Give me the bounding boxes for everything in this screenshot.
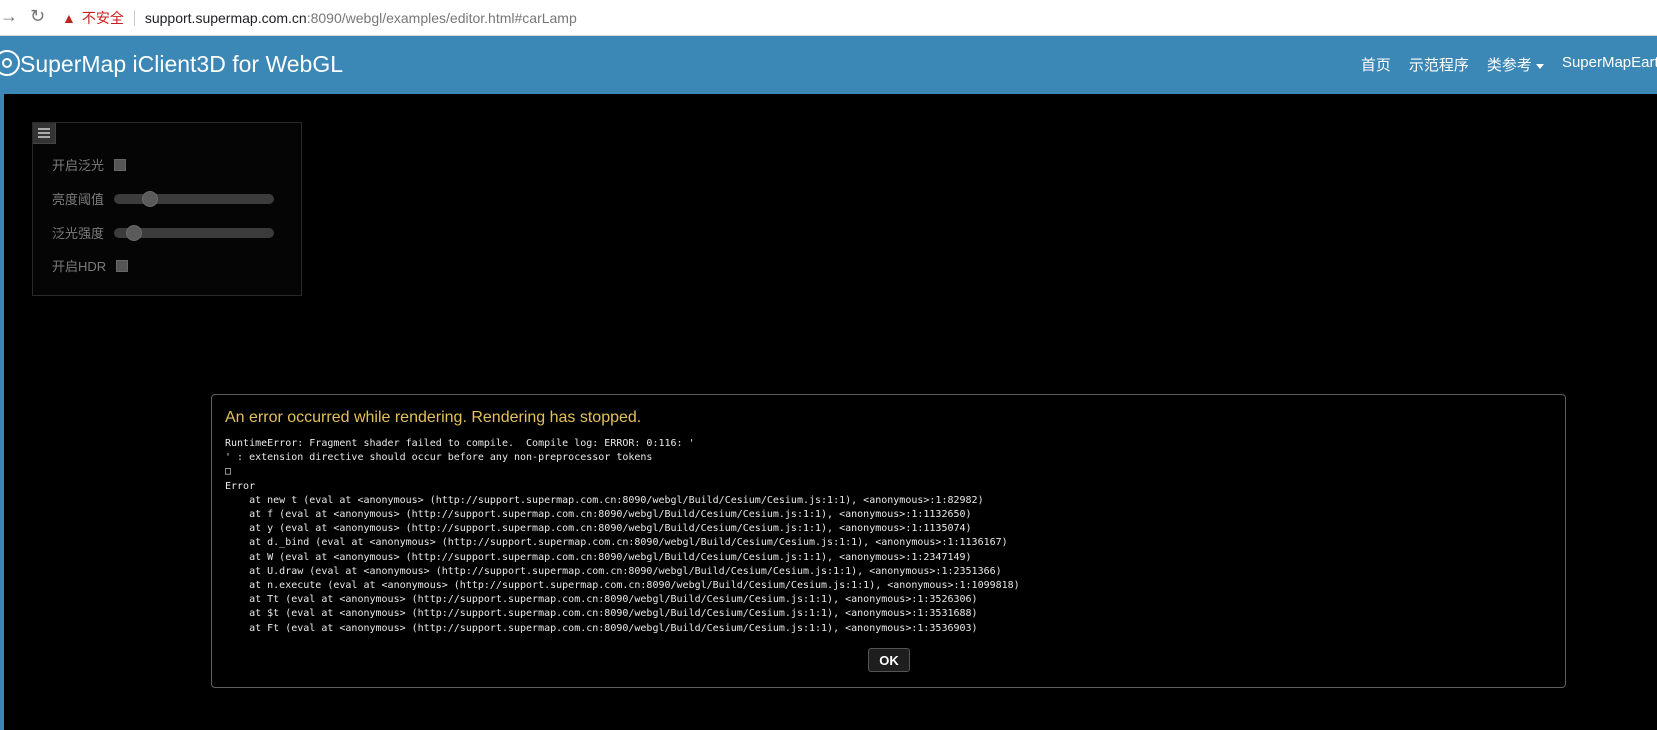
brightness-row: 亮度阈值 (52, 189, 275, 208)
insecure-label: 不安全 (81, 10, 124, 26)
nav-item-home[interactable]: 首页 (1361, 54, 1391, 75)
brightness-label: 亮度阈值 (52, 192, 105, 207)
brightness-slider-thumb[interactable] (142, 190, 159, 207)
bloom-label: 开启泛光 (52, 158, 105, 173)
intensity-label: 泛光强度 (52, 226, 105, 241)
nav-item-supermapearth[interactable]: SuperMapEarth (1562, 54, 1657, 75)
url-divider (133, 10, 135, 26)
app-header: SuperMap iClient3D for WebGL 首页 示范程序 类参考… (0, 36, 1657, 94)
error-stack-trace: RuntimeError: Fragment shader failed to … (225, 438, 1020, 634)
hdr-row: 开启HDR (52, 256, 129, 275)
bloom-row: 开启泛光 (52, 155, 127, 174)
url-path: :8090/webgl/examples/editor.html#carLamp (306, 10, 577, 26)
caret-down-icon (1535, 63, 1544, 69)
url-host: support.supermap.com.cn (144, 10, 307, 26)
render-error-dialog: An error occurred while rendering. Rende… (211, 394, 1566, 688)
ok-button[interactable]: OK (868, 648, 910, 672)
hdr-checkbox[interactable] (116, 259, 129, 272)
url-field[interactable]: ▲ 不安全 support.supermap.com.cn :8090/webg… (62, 5, 1602, 31)
intensity-slider[interactable] (114, 224, 275, 241)
warning-icon: ▲ (62, 10, 76, 26)
reload-icon[interactable]: ↻ (30, 6, 45, 27)
brightness-slider[interactable] (114, 190, 275, 207)
menu-toggle-button[interactable] (33, 123, 56, 144)
logo-icon (0, 50, 20, 76)
bloom-settings-panel: 开启泛光 亮度阈值 泛光强度 开启HDR (32, 122, 302, 296)
menu-icon-line (38, 136, 50, 138)
intensity-slider-thumb[interactable] (126, 224, 143, 241)
app-title: SuperMap iClient3D for WebGL (20, 51, 343, 77)
intensity-row: 泛光强度 (52, 223, 275, 242)
error-title: An error occurred while rendering. Rende… (225, 409, 642, 426)
bloom-checkbox[interactable] (114, 158, 127, 171)
back-arrow-icon[interactable]: → (0, 6, 18, 27)
browser-address-bar: → ↻ ▲ 不安全 support.supermap.com.cn :8090/… (0, 0, 1657, 36)
hdr-label: 开启HDR (52, 259, 107, 274)
nav-item-examples[interactable]: 示范程序 (1409, 54, 1469, 75)
top-navigation: 首页 示范程序 类参考 SuperMapEarth (1343, 54, 1657, 75)
left-edge-strip (0, 94, 4, 730)
menu-icon-line (38, 128, 50, 130)
nav-item-class-reference-label: 类参考 (1486, 57, 1532, 74)
menu-icon-line (38, 132, 50, 134)
nav-item-class-reference[interactable]: 类参考 (1487, 54, 1544, 75)
